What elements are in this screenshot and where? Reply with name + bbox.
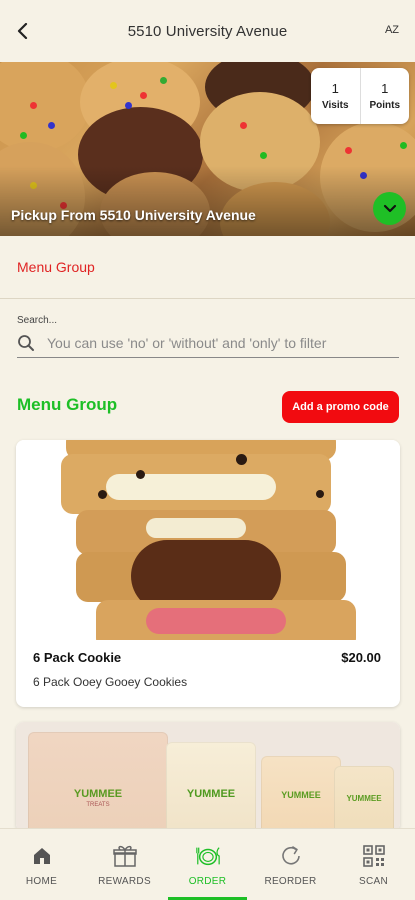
refresh-icon — [278, 843, 304, 869]
chevron-down-icon — [383, 204, 396, 212]
sort-az-button[interactable]: AZ — [385, 24, 399, 36]
product-price: $20.00 — [341, 650, 381, 665]
brand-logo: YUMMEE — [346, 794, 382, 803]
pickup-location-text: Pickup From 5510 University Avenue — [11, 207, 256, 223]
loyalty-stats: 1 Visits 1 Points — [311, 68, 409, 124]
qr-icon — [361, 843, 387, 869]
menu-group-link[interactable]: Menu Group — [17, 259, 95, 275]
home-icon — [29, 843, 55, 869]
nav-label: ORDER — [188, 876, 227, 887]
brand-logo: YUMMEE — [186, 788, 236, 800]
plate-icon — [195, 843, 221, 869]
product-image — [16, 440, 400, 640]
visits-label: Visits — [322, 100, 349, 111]
nav-label: REWARDS — [98, 876, 151, 887]
chevron-left-icon — [17, 23, 28, 39]
top-bar: 5510 University Avenue AZ — [0, 0, 415, 62]
product-description: 6 Pack Ooey Gooey Cookies — [33, 675, 188, 689]
back-button[interactable] — [10, 18, 36, 44]
visits-count: 1 — [331, 81, 339, 96]
points-stat: 1 Points — [359, 68, 410, 124]
nav-scan[interactable]: SCAN — [332, 829, 415, 900]
product-card[interactable]: YUMMEE TREATS YUMMEE YUMMEE YUMMEE — [16, 722, 400, 832]
product-card[interactable]: 6 Pack Cookie $20.00 6 Pack Ooey Gooey C… — [16, 440, 400, 707]
nav-order[interactable]: ORDER — [166, 829, 249, 900]
brand-logo: YUMMEE — [73, 788, 123, 800]
expand-location-button[interactable] — [373, 192, 406, 225]
visits-stat: 1 Visits — [311, 68, 360, 124]
product-name: 6 Pack Cookie — [33, 650, 122, 665]
section-title: Menu Group — [17, 395, 118, 414]
nav-label: SCAN — [359, 876, 388, 887]
search-label: Search... — [17, 315, 58, 326]
nav-rewards[interactable]: REWARDS — [83, 829, 166, 900]
product-image: YUMMEE TREATS YUMMEE YUMMEE YUMMEE — [16, 722, 400, 832]
brand-sub: TREATS — [86, 802, 110, 808]
add-promo-code-button[interactable]: Add a promo code — [282, 391, 399, 423]
gift-icon — [112, 843, 138, 869]
search-icon — [17, 332, 39, 354]
nav-label: HOME — [25, 876, 58, 887]
brand-logo: YUMMEE — [281, 790, 321, 800]
nav-label: REORDER — [264, 876, 317, 887]
points-label: Points — [369, 100, 401, 111]
bottom-navigation: HOME REWARDS ORDER REORDER SCAN — [0, 828, 415, 900]
search-input[interactable] — [47, 334, 399, 351]
hero-banner: 1 Visits 1 Points Pickup From 5510 Unive… — [0, 62, 415, 236]
hero-shade — [0, 166, 415, 236]
search-bar — [17, 328, 399, 358]
nav-home[interactable]: HOME — [0, 829, 83, 900]
nav-reorder[interactable]: REORDER — [249, 829, 332, 900]
points-count: 1 — [381, 81, 389, 96]
page-title: 5510 University Avenue — [127, 22, 288, 40]
divider — [0, 298, 415, 299]
